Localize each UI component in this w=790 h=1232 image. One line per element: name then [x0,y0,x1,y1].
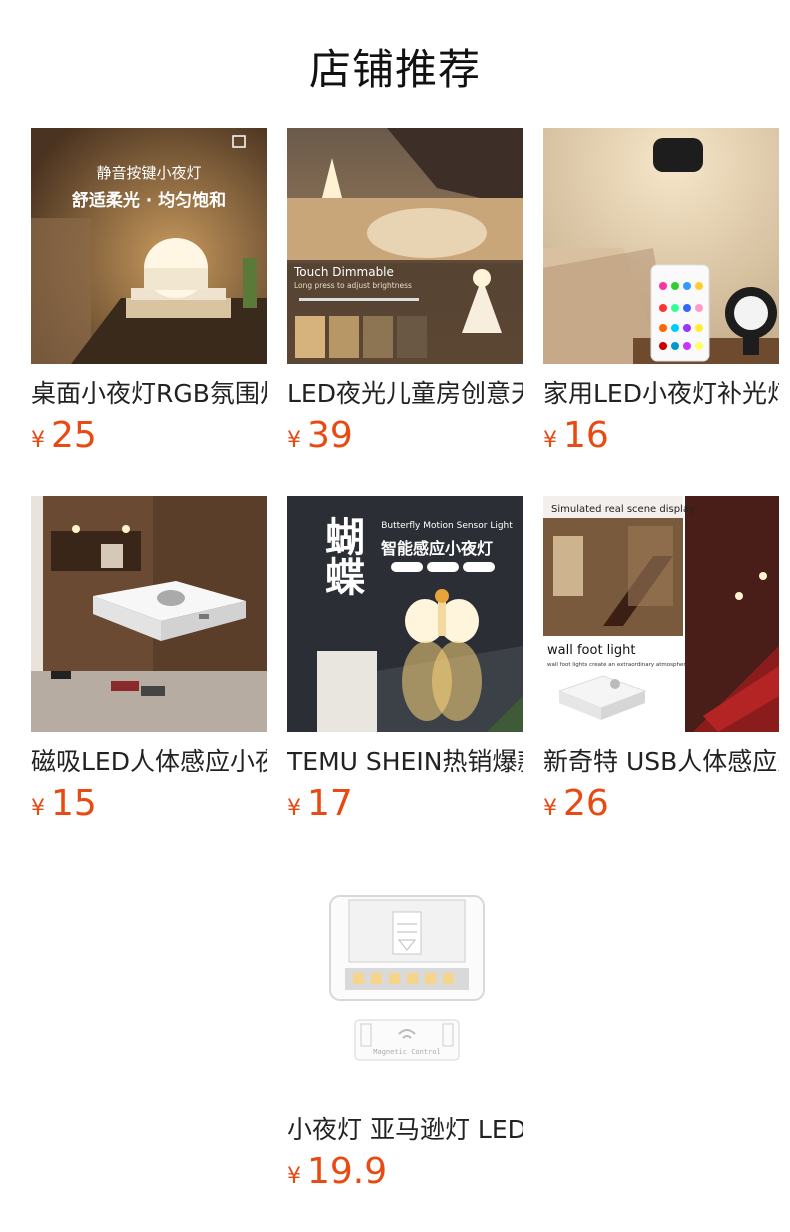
currency-symbol: ¥ [31,428,45,453]
currency-symbol: ¥ [543,428,557,453]
section-title: 店铺推荐 [308,45,481,94]
product-name[interactable]: 磁吸LED人体感应小夜灯 [31,746,267,778]
product-image[interactable]: Butterfly Motion Sensor Light 智能感应小夜灯 蝴蝶 [287,496,523,732]
product-image[interactable] [31,496,267,732]
product-name[interactable]: 小夜灯 亚马逊灯 LED [287,1114,523,1146]
product-name[interactable]: 桌面小夜灯RGB氛围灯 [31,378,267,410]
product-card[interactable]: Butterfly Motion Sensor Light 智能感应小夜灯 蝴蝶… [287,496,523,830]
product-name[interactable]: LED夜光儿童房创意天使 [287,378,523,410]
price-value: 25 [51,415,97,456]
image-caption: Butterfly Motion Sensor Light [381,521,513,531]
image-caption: Long press to adjust brightness [294,281,412,290]
currency-symbol: ¥ [287,796,301,821]
image-caption: wall foot light [547,643,635,658]
price-value: 17 [307,783,353,824]
product-card[interactable]: Magnetic Control 小夜灯 亚马逊灯 LED ¥19.9 [287,864,523,1198]
image-caption: wall foot lights create an extraordinary… [547,662,689,668]
product-card[interactable]: Touch Dimmable Long press to adjust brig… [287,128,523,462]
product-price: ¥19.9 [287,1152,523,1198]
price-value: 15 [51,783,97,824]
image-caption: 静音按键小夜灯 [96,164,201,182]
product-price: ¥39 [287,416,523,462]
image-caption: Touch Dimmable [293,265,394,279]
product-card[interactable]: 家用LED小夜灯补光灯 ¥16 [543,128,779,462]
product-image[interactable]: 静音按键小夜灯 舒适柔光 · 均匀饱和 [31,128,267,364]
product-price: ¥16 [543,416,779,462]
product-name[interactable]: TEMU SHEIN热销爆款 [287,746,523,778]
store-recommendation-page: 店铺推荐 静音按键小夜灯 舒适柔光 · 均匀饱和 桌面小夜灯RGB氛围灯 ¥ 2… [0,0,790,1232]
currency-symbol: ¥ [31,796,45,821]
product-image[interactable] [543,128,779,364]
image-caption: 智能感应小夜灯 [381,539,493,558]
product-price: ¥26 [543,784,779,830]
price-value: 19.9 [307,1151,388,1192]
product-card[interactable]: 静音按键小夜灯 舒适柔光 · 均匀饱和 桌面小夜灯RGB氛围灯 ¥25 [31,128,267,462]
image-caption: Simulated real scene display [551,504,695,515]
product-price: ¥17 [287,784,523,830]
product-image[interactable]: Magnetic Control [287,864,523,1100]
price-value: 16 [563,415,609,456]
product-card[interactable]: Simulated real scene display wall foot l… [543,496,779,830]
image-caption: Magnetic Control [373,1048,440,1056]
product-price: ¥25 [31,416,267,462]
product-image[interactable]: Touch Dimmable Long press to adjust brig… [287,128,523,364]
product-card[interactable]: 磁吸LED人体感应小夜灯 ¥15 [31,496,267,830]
currency-symbol: ¥ [287,1164,301,1189]
price-value: 26 [563,783,609,824]
product-name[interactable]: 家用LED小夜灯补光灯 [543,378,779,410]
product-name[interactable]: 新奇特 USB人体感应灯 [543,746,779,778]
image-caption: 蝴蝶 [318,516,365,596]
product-price: ¥15 [31,784,267,830]
currency-symbol: ¥ [543,796,557,821]
currency-symbol: ¥ [287,428,301,453]
product-image[interactable]: Simulated real scene display wall foot l… [543,496,779,732]
price-value: 39 [307,415,353,456]
image-caption: 舒适柔光 · 均匀饱和 [72,190,226,211]
